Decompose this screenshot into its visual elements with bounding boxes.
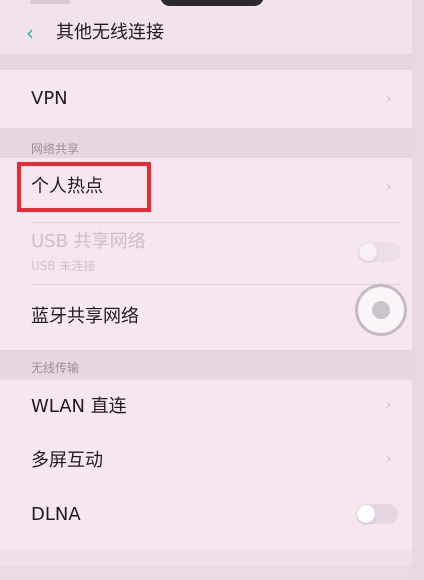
bluetooth-tethering-row[interactable]: 蓝牙共享网络 — [0, 288, 412, 346]
divider — [31, 284, 401, 285]
toggle-knob — [357, 505, 375, 523]
touch-indicator — [355, 284, 407, 336]
dlna-row: DLNA — [0, 488, 412, 544]
usb-tethering-label: USB 共享网络 — [31, 231, 146, 252]
vpn-label: VPN — [31, 88, 68, 109]
multiscreen-label: 多屏互动 — [31, 450, 103, 471]
wlan-direct-row[interactable]: WLAN 直连 › — [0, 380, 412, 434]
section-spacer — [0, 54, 412, 70]
chevron-left-icon[interactable]: ‹ — [26, 22, 46, 44]
screen-edge — [412, 0, 424, 580]
page-title: 其他无线连接 — [56, 22, 164, 43]
dlna-toggle[interactable] — [356, 504, 398, 524]
camera-notch — [160, 0, 264, 6]
chevron-right-icon: › — [386, 451, 392, 467]
usb-tethering-row: USB 共享网络 USB 未连接 — [0, 222, 412, 282]
chevron-right-icon: › — [386, 397, 392, 413]
highlight-box — [17, 162, 151, 212]
settings-screen: ‹ 其他无线连接 VPN › 网络共享 个人热点 › USB 共享网络 USB … — [0, 0, 424, 580]
bottom-bar — [0, 566, 424, 580]
section-title-network-sharing: 网络共享 — [31, 142, 80, 156]
section-title-wireless-transfer: 无线传输 — [31, 361, 80, 375]
multiscreen-row[interactable]: 多屏互动 › — [0, 434, 412, 488]
touch-indicator-center — [372, 301, 390, 319]
wlan-direct-label: WLAN 直连 — [31, 396, 127, 417]
status-bar — [30, 0, 70, 4]
bluetooth-tethering-label: 蓝牙共享网络 — [31, 306, 139, 327]
vpn-row[interactable]: VPN › — [0, 70, 412, 128]
network-sharing-header: 网络共享 — [0, 128, 412, 158]
wireless-transfer-card: WLAN 直连 › 多屏互动 › DLNA — [0, 380, 412, 550]
usb-tethering-toggle — [358, 242, 400, 262]
chevron-right-icon: › — [386, 179, 392, 195]
wireless-transfer-header: 无线传输 — [0, 350, 412, 380]
usb-status: USB 未连接 — [31, 259, 96, 273]
header-bar: ‹ 其他无线连接 — [0, 14, 424, 54]
toggle-knob — [359, 243, 377, 261]
vpn-card: VPN › — [0, 70, 412, 128]
chevron-right-icon: › — [386, 91, 392, 107]
dlna-label: DLNA — [31, 504, 81, 525]
